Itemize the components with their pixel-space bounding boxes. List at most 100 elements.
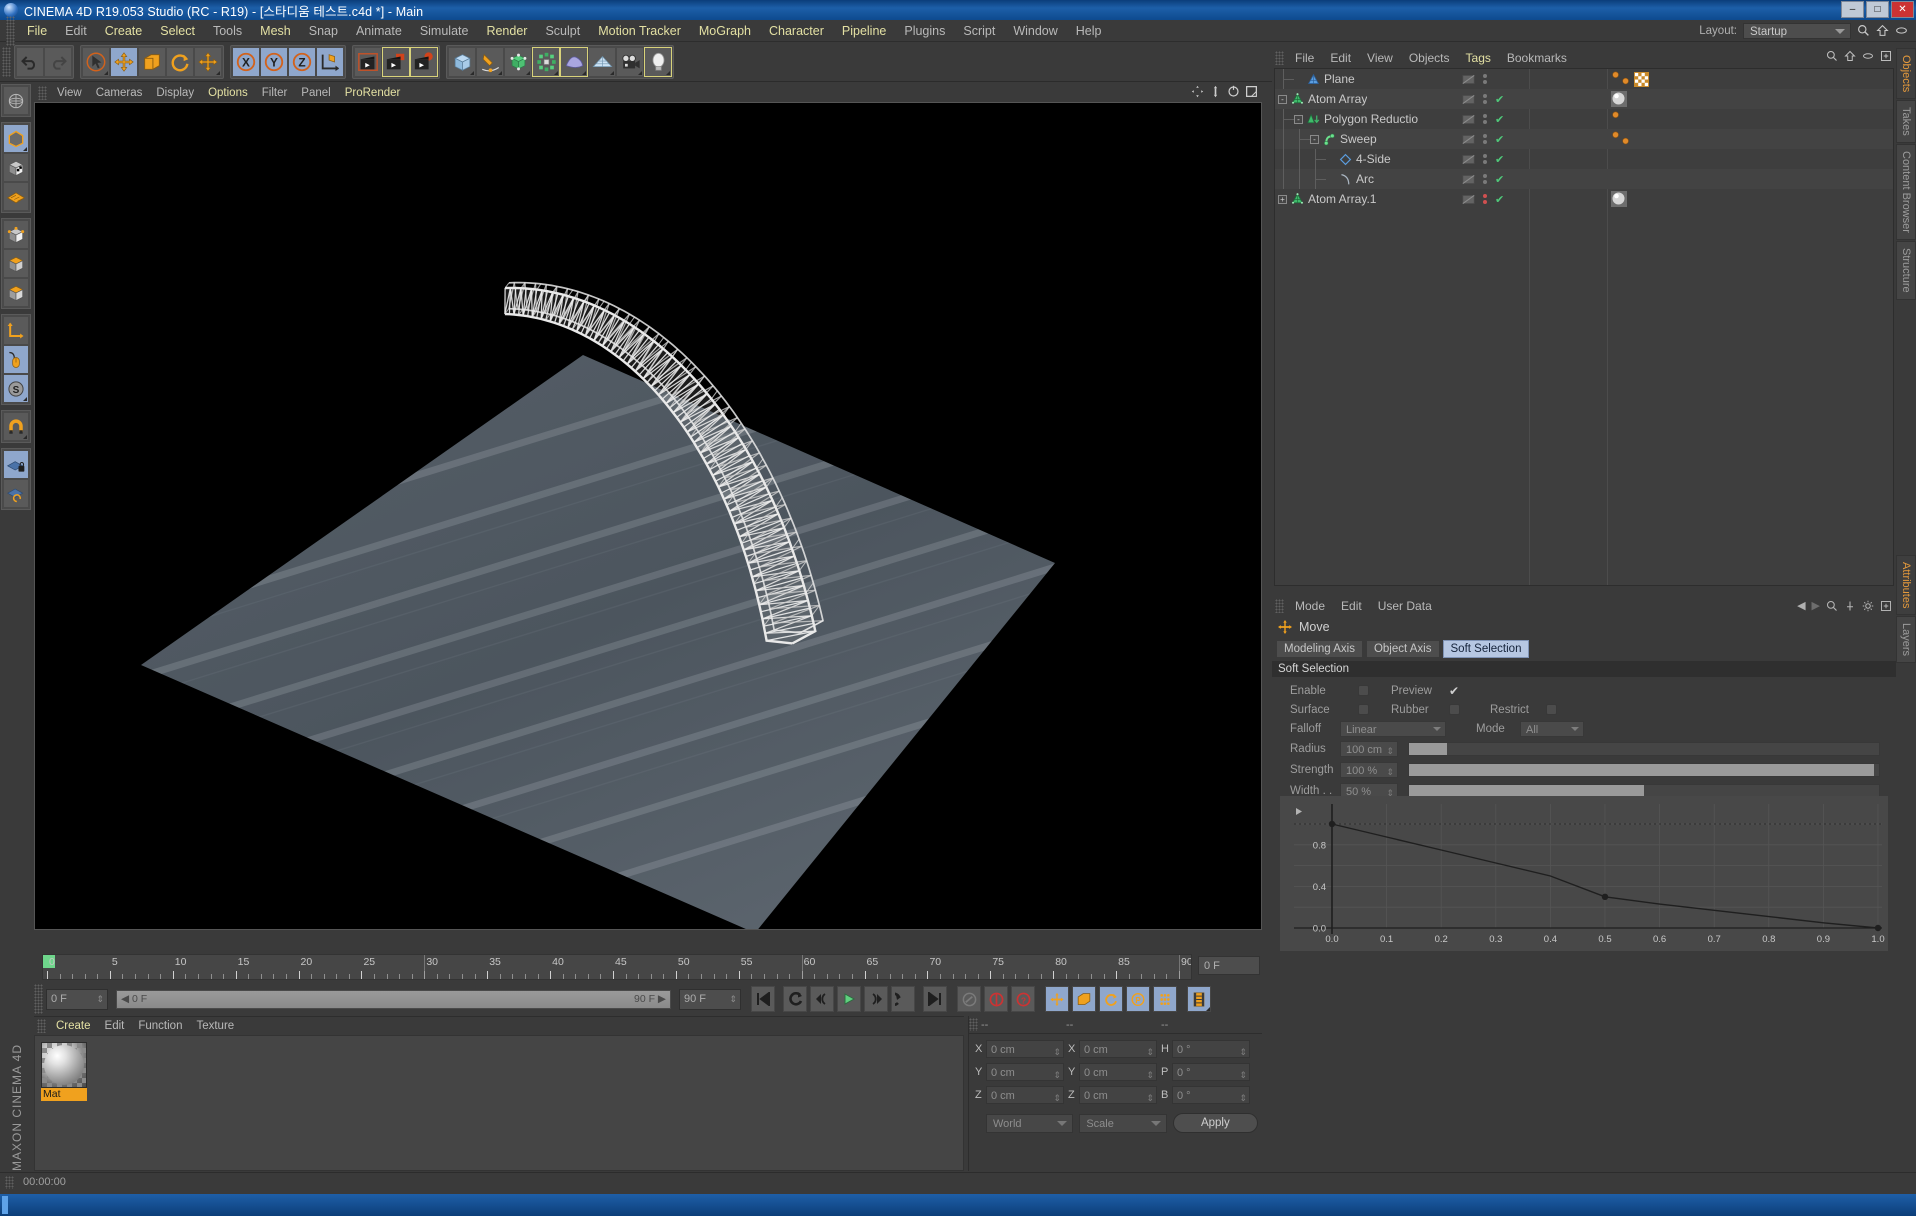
texture-tag-icon[interactable] <box>1634 71 1649 87</box>
spinner-icon[interactable]: ⇕ <box>729 994 737 1005</box>
menu-animate[interactable]: Animate <box>347 20 411 42</box>
record-active-objects-button[interactable] <box>957 986 981 1012</box>
viewport-menu-cameras[interactable]: Cameras <box>89 87 150 99</box>
x-axis-toggle[interactable]: X <box>232 46 260 77</box>
object-name-label[interactable]: Arc <box>1356 172 1374 186</box>
y-axis-toggle[interactable]: Y <box>260 46 288 77</box>
collapse-icon[interactable]: - <box>1310 134 1319 144</box>
radius-slider[interactable] <box>1408 741 1880 756</box>
rot-p-field[interactable]: 0 ° ⇕ <box>1172 1063 1250 1081</box>
visibility-dot[interactable] <box>1483 134 1487 138</box>
tab-soft-selection[interactable]: Soft Selection <box>1442 640 1530 658</box>
forward-arrow-icon[interactable]: ▶ <box>1812 599 1820 612</box>
spinner-icon[interactable]: ⇕ <box>1146 1089 1154 1107</box>
pen-spline-button[interactable] <box>476 46 504 77</box>
search-icon[interactable] <box>1857 24 1870 37</box>
spinner-icon[interactable]: ⇕ <box>1386 764 1394 780</box>
radius-field[interactable]: 100 cm ⇕ <box>1340 740 1398 757</box>
restrict-checkbox[interactable] <box>1546 704 1557 715</box>
pan-view-icon[interactable] <box>1209 85 1222 98</box>
table-row[interactable]: 4-Side ✔ <box>1275 149 1893 169</box>
search-icon[interactable] <box>1826 50 1838 62</box>
material-item[interactable]: Mat <box>41 1042 87 1101</box>
texture-mode-icon[interactable] <box>3 278 29 307</box>
mode-select[interactable]: All <box>1520 720 1584 737</box>
go-to-end-button[interactable] <box>923 986 947 1012</box>
material-grip[interactable] <box>37 1019 46 1033</box>
spinner-icon[interactable]: ⇕ <box>1239 1043 1247 1061</box>
snap-settings-icon[interactable]: S <box>3 374 29 403</box>
attr-menu-mode[interactable]: Mode <box>1287 599 1333 613</box>
nurbs-generator-button[interactable] <box>504 46 532 77</box>
curve-knot[interactable] <box>1601 893 1609 900</box>
tab-object-axis[interactable]: Object Axis <box>1365 640 1440 658</box>
visibility-dot[interactable] <box>1483 180 1487 184</box>
viewport-grip[interactable] <box>38 86 47 100</box>
visibility-toggle[interactable] <box>1462 113 1475 126</box>
menu-help[interactable]: Help <box>1067 20 1111 42</box>
object-name-label[interactable]: Atom Array.1 <box>1308 192 1376 206</box>
step-forward-button[interactable] <box>864 986 888 1012</box>
viewport-menu-panel[interactable]: Panel <box>294 87 337 99</box>
visibility-dots[interactable] <box>1483 194 1487 204</box>
model-mode-icon[interactable] <box>3 220 29 249</box>
size-z-field[interactable]: 0 cm ⇕ <box>1079 1086 1157 1104</box>
table-row[interactable]: + Atom Array.1 ✔ <box>1275 189 1893 209</box>
back-arrow-icon[interactable]: ◀ <box>1797 599 1805 612</box>
menu-mograph[interactable]: MoGraph <box>690 20 760 42</box>
pos-x-field[interactable]: 0 cm ⇕ <box>986 1040 1064 1058</box>
om-menu-view[interactable]: View <box>1359 51 1401 65</box>
object-row-name-cell[interactable]: - Polygon Reductio <box>1275 112 1457 126</box>
object-name-label[interactable]: Sweep <box>1340 132 1377 146</box>
undo-button[interactable] <box>16 46 44 77</box>
enabled-checkmark[interactable]: ✔ <box>1495 193 1504 206</box>
play-button[interactable] <box>837 986 861 1012</box>
menu-file[interactable]: File <box>18 20 56 42</box>
visibility-dots[interactable] <box>1483 134 1487 144</box>
visibility-toggle[interactable] <box>1462 153 1475 166</box>
visibility-dot[interactable] <box>1483 80 1487 84</box>
step-back-button[interactable] <box>810 986 834 1012</box>
pin-icon[interactable] <box>1844 600 1856 612</box>
rotation-key-button[interactable] <box>1099 986 1123 1012</box>
max-frame-field[interactable]: 90 F ⇕ <box>679 988 741 1010</box>
material-menu-create[interactable]: Create <box>49 1020 98 1032</box>
viewport-canvas[interactable] <box>34 102 1262 930</box>
rubber-checkbox[interactable] <box>1449 704 1460 715</box>
rtab-content-browser[interactable]: Content Browser <box>1896 144 1916 240</box>
scale-tool[interactable] <box>138 46 166 77</box>
table-row[interactable]: - Polygon Reductio ✔ <box>1275 109 1893 129</box>
viewport-menu-options[interactable]: Options <box>201 87 255 99</box>
status-grip[interactable] <box>5 1175 14 1189</box>
table-row[interactable]: - Atom Array ✔ <box>1275 89 1893 109</box>
position-key-button[interactable] <box>1045 986 1069 1012</box>
table-row[interactable]: Arc ✔ <box>1275 169 1893 189</box>
coordinate-system-select[interactable]: World <box>986 1113 1074 1133</box>
enable-checkbox[interactable] <box>1358 685 1369 696</box>
current-frame-field[interactable]: 0 F ⇕ <box>46 988 108 1010</box>
object-manager-grip[interactable] <box>1275 51 1284 65</box>
visibility-dots[interactable] <box>1483 94 1487 104</box>
enabled-checkmark[interactable]: ✔ <box>1495 173 1504 186</box>
keyframe-selection-button[interactable]: ? <box>1011 986 1035 1012</box>
spinner-icon[interactable]: ⇕ <box>1146 1043 1154 1061</box>
material-thumbnail[interactable] <box>41 1042 87 1088</box>
visibility-dots[interactable] <box>1483 74 1487 84</box>
menu-window[interactable]: Window <box>1004 20 1066 42</box>
visibility-dot[interactable] <box>1483 140 1487 144</box>
tag-icon[interactable] <box>1621 75 1632 88</box>
table-row[interactable]: Plane <box>1275 69 1893 89</box>
gear-icon[interactable] <box>1862 600 1874 612</box>
redo-button[interactable] <box>44 46 72 77</box>
visibility-dot[interactable] <box>1483 94 1487 98</box>
rotate-tool[interactable] <box>166 46 194 77</box>
viewport-menu-prorender[interactable]: ProRender <box>338 87 408 99</box>
camera-button[interactable] <box>616 46 644 77</box>
eye-icon[interactable] <box>1895 24 1908 37</box>
visibility-dot[interactable] <box>1483 100 1487 104</box>
menu-mesh[interactable]: Mesh <box>251 20 300 42</box>
new-tab-icon[interactable] <box>1880 50 1892 62</box>
spinner-icon[interactable]: ⇕ <box>1239 1066 1247 1084</box>
menu-simulate[interactable]: Simulate <box>411 20 478 42</box>
array-generator-button[interactable] <box>532 46 560 77</box>
